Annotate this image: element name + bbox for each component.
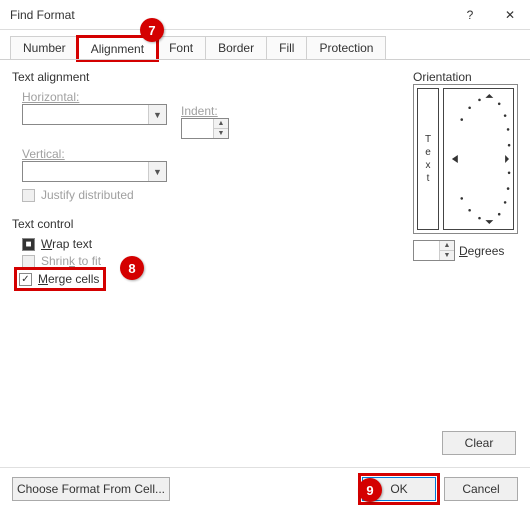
help-button[interactable]: ?	[450, 0, 490, 29]
arrow-up-icon[interactable]: ▲	[440, 241, 454, 251]
choose-format-button[interactable]: Choose Format From Cell...	[12, 477, 170, 501]
degrees-label: Degrees	[459, 244, 504, 258]
indent-label: Indent:	[181, 104, 229, 118]
callout-8: 8	[120, 256, 144, 280]
window-title: Find Format	[10, 8, 450, 22]
tab-fill[interactable]: Fill	[266, 36, 307, 59]
callout-9: 9	[358, 478, 382, 502]
merge-checkbox[interactable]: ✓	[19, 273, 32, 286]
orientation-vertical-text[interactable]: Text	[417, 88, 439, 230]
vertical-select[interactable]: ▼	[22, 161, 167, 182]
orientation-legend: Orientation	[413, 70, 518, 84]
callout-7: 7	[140, 18, 164, 42]
tab-border[interactable]: Border	[205, 36, 267, 59]
indent-value	[182, 119, 213, 138]
tab-number[interactable]: Number	[10, 36, 79, 59]
shrink-label: Shrink to fit	[41, 254, 101, 268]
tab-font[interactable]: Font	[156, 36, 206, 59]
orientation-control[interactable]: Text	[413, 84, 518, 234]
indent-spinner[interactable]: ▲▼	[181, 118, 229, 139]
wrap-checkbox[interactable]: ■	[22, 238, 35, 251]
degrees-spinner[interactable]: ▲▼	[413, 240, 455, 261]
clear-button[interactable]: Clear	[442, 431, 516, 455]
cancel-button[interactable]: Cancel	[444, 477, 518, 501]
justify-label: Justify distributed	[41, 188, 134, 202]
tab-protection[interactable]: Protection	[306, 36, 386, 59]
wrap-label: Wrap text	[41, 237, 92, 251]
merge-label: Merge cells	[38, 272, 99, 286]
chevron-down-icon: ▼	[148, 162, 166, 181]
arrow-down-icon[interactable]: ▼	[440, 251, 454, 260]
arrow-down-icon[interactable]: ▼	[214, 129, 228, 138]
arrow-up-icon[interactable]: ▲	[214, 119, 228, 129]
chevron-down-icon: ▼	[148, 105, 166, 124]
justify-checkbox	[22, 189, 35, 202]
horizontal-select[interactable]: ▼	[22, 104, 167, 125]
orientation-dial[interactable]	[443, 88, 514, 230]
shrink-checkbox	[22, 255, 35, 268]
close-button[interactable]: ✕	[490, 0, 530, 29]
